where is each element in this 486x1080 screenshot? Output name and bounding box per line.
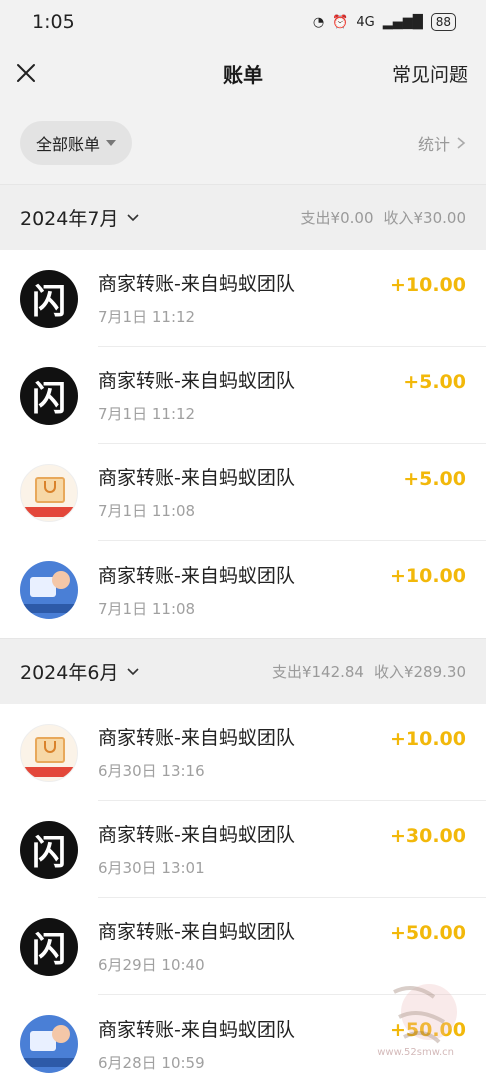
transaction-time: 7月1日 11:12 xyxy=(98,405,196,423)
transaction-title: 商家转账-来自蚂蚁团队 xyxy=(98,921,295,943)
chevron-down-icon xyxy=(127,667,140,675)
transaction-time: 6月28日 10:59 xyxy=(98,1053,205,1072)
merchant-avatar: 闪 xyxy=(20,269,78,328)
month-expense: 支出¥142.84 xyxy=(271,663,364,681)
signal-icon: ▂▄▆█ xyxy=(382,14,423,30)
transaction-title: 商家转账-来自蚂蚁团队 xyxy=(98,467,295,489)
robot-avatar xyxy=(20,1014,78,1073)
battery-icon: 88 xyxy=(430,13,456,31)
shopping-bag-avatar xyxy=(20,723,78,782)
bill-months: 2024年7月 支出¥0.00 收入¥30.00 闪商家转账-来自蚂蚁团队 7月1日 1… xyxy=(0,184,486,1080)
transaction-amount: +5.00 xyxy=(403,371,466,393)
transaction-time: 7月1日 11:08 xyxy=(98,502,196,520)
robot-avatar xyxy=(20,560,78,619)
transaction-row[interactable]: 商家转账-来自蚂蚁团队 7月1日 11:08 +10.00 xyxy=(0,541,486,638)
transaction-amount: +50.00 xyxy=(389,922,466,944)
alarm-icon: ⏰ xyxy=(332,14,349,30)
month-expense: 支出¥0.00 xyxy=(300,209,374,227)
transaction-amount: +50.00 xyxy=(389,1019,466,1041)
transaction-title: 商家转账-来自蚂蚁团队 xyxy=(98,727,295,749)
transaction-list: 闪商家转账-来自蚂蚁团队 7月1日 11:12 +10.00 闪商家转账-来自蚂蚁团队… xyxy=(0,250,486,638)
transaction-title: 商家转账-来自蚂蚁团队 xyxy=(98,564,295,587)
month-summary: 支出¥142.84 收入¥289.30 xyxy=(272,661,466,682)
close-button[interactable] xyxy=(14,61,38,85)
month-selector[interactable]: 2024年7月 xyxy=(20,204,140,231)
merchant-avatar: 闪 xyxy=(20,917,78,976)
faq-link[interactable]: 常见问题 xyxy=(392,60,468,87)
transaction-title: 商家转账-来自蚂蚁团队 xyxy=(98,273,295,295)
transaction-time: 7月1日 11:12 xyxy=(98,308,196,326)
shopping-bag-avatar xyxy=(20,463,78,522)
merchant-avatar: 闪 xyxy=(20,366,78,425)
stats-label: 统计 xyxy=(417,135,450,154)
transaction-title: 商家转账-来自蚂蚁团队 xyxy=(98,1018,295,1041)
month-header[interactable]: 2024年6月 支出¥142.84 收入¥289.30 xyxy=(0,638,486,704)
status-time: 1:05 xyxy=(32,11,75,33)
status-bar: 1:05 ◔ ⏰ 4G ▂▄▆█ 88 xyxy=(0,0,486,44)
month-label: 2024年6月 xyxy=(20,662,119,684)
transaction-amount: +30.00 xyxy=(389,825,466,847)
transaction-row[interactable]: 闪商家转账-来自蚂蚁团队 6月29日 10:40 +50.00 xyxy=(0,898,486,995)
transaction-row[interactable]: 商家转账-来自蚂蚁团队 6月28日 10:59 +50.00 xyxy=(0,995,486,1080)
month-summary: 支出¥0.00 收入¥30.00 xyxy=(301,207,466,228)
network-label: 4G xyxy=(356,14,375,30)
transaction-title: 商家转账-来自蚂蚁团队 xyxy=(98,370,295,392)
transaction-amount: +10.00 xyxy=(389,274,466,296)
chevron-right-icon xyxy=(457,137,466,149)
transaction-row[interactable]: 闪商家转账-来自蚂蚁团队 7月1日 11:12 +10.00 xyxy=(0,250,486,347)
speed-icon: ◔ xyxy=(312,14,325,30)
nav-bar: 账单 常见问题 xyxy=(0,44,486,102)
transaction-title: 商家转账-来自蚂蚁团队 xyxy=(98,824,295,846)
transaction-amount: +10.00 xyxy=(389,728,466,750)
merchant-avatar: 闪 xyxy=(20,820,78,879)
transaction-amount: +10.00 xyxy=(389,565,466,587)
chevron-down-icon xyxy=(127,213,140,221)
month-selector[interactable]: 2024年6月 xyxy=(20,658,140,685)
transaction-time: 7月1日 11:08 xyxy=(98,599,196,618)
transaction-list: 商家转账-来自蚂蚁团队 6月30日 13:16 +10.00 闪商家转账-来自蚂蚁团队… xyxy=(0,704,486,1080)
month-header[interactable]: 2024年7月 支出¥0.00 收入¥30.00 xyxy=(0,184,486,250)
transaction-row[interactable]: 闪商家转账-来自蚂蚁团队 6月30日 13:01 +30.00 xyxy=(0,801,486,898)
transaction-amount: +5.00 xyxy=(403,468,466,490)
transaction-row[interactable]: 商家转账-来自蚂蚁团队 6月30日 13:16 +10.00 xyxy=(0,704,486,801)
stats-link[interactable]: 统计 xyxy=(418,131,466,155)
transaction-time: 6月30日 13:16 xyxy=(98,762,205,780)
status-icons: ◔ ⏰ 4G ▂▄▆█ 88 xyxy=(313,13,456,31)
transaction-time: 6月30日 13:01 xyxy=(98,859,205,877)
transaction-time: 6月29日 10:40 xyxy=(98,956,205,974)
filter-bar: 全部账单 统计 xyxy=(0,102,486,184)
bill-filter-dropdown[interactable]: 全部账单 xyxy=(20,121,133,165)
close-icon xyxy=(17,64,35,82)
caret-down-icon xyxy=(106,140,117,146)
month-income: 收入¥289.30 xyxy=(373,663,466,681)
month-income: 收入¥30.00 xyxy=(383,209,467,227)
transaction-row[interactable]: 闪商家转账-来自蚂蚁团队 7月1日 11:12 +5.00 xyxy=(0,347,486,444)
month-label: 2024年7月 xyxy=(20,208,119,230)
transaction-row[interactable]: 商家转账-来自蚂蚁团队 7月1日 11:08 +5.00 xyxy=(0,444,486,541)
bill-filter-label: 全部账单 xyxy=(36,135,101,154)
